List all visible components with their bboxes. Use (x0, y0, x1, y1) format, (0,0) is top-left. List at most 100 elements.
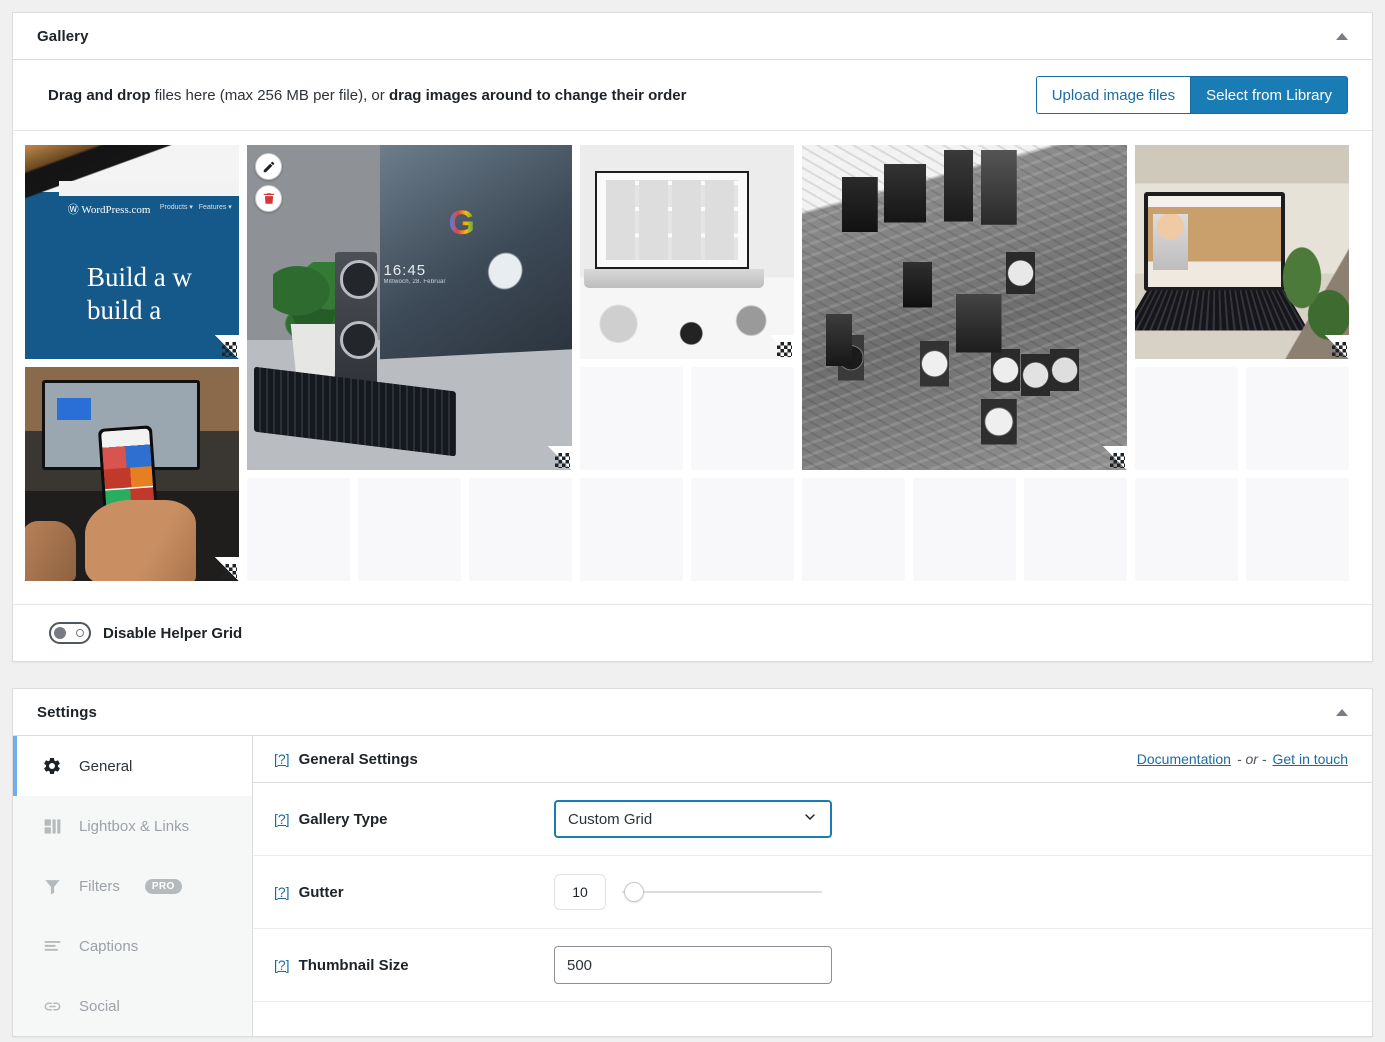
gallery-type-label: Gallery Type (299, 811, 388, 828)
help-icon[interactable]: [?] (274, 811, 290, 827)
gutter-value-input[interactable]: 10 (554, 874, 606, 910)
resize-handle-icon[interactable] (1103, 446, 1127, 470)
desk-monitor-keyboard-image: G 16:45Mittwoch, 28. Februar (247, 145, 572, 470)
helper-grid-cell[interactable] (802, 478, 905, 581)
caret-up-icon[interactable] (1336, 709, 1348, 716)
helper-grid-cell[interactable] (247, 478, 350, 581)
gallery-image-tile[interactable]: Ⓦ WordPress.com Products ▾ Features ▾ Bu… (25, 145, 239, 359)
plugin-gallery-editor-page: Gallery Drag and drop files here (max 25… (0, 0, 1385, 1042)
helper-grid-cell[interactable] (358, 478, 461, 581)
slider-thumb[interactable] (624, 882, 644, 902)
sidebar-item-social[interactable]: Social (13, 976, 252, 1036)
gallery-image-tile[interactable] (1135, 145, 1349, 359)
caret-up-icon[interactable] (1336, 33, 1348, 40)
dropzone-middle-text: files here (max 256 MB per file), or (151, 87, 389, 104)
sidebar-item-label: Captions (79, 938, 138, 955)
sidebar-item-lightbox-links[interactable]: Lightbox & Links (13, 796, 252, 856)
sidebar-item-general[interactable]: General (13, 736, 252, 796)
sidebar-item-captions[interactable]: Captions (13, 916, 252, 976)
dropzone-bold-prefix: Drag and drop (48, 87, 151, 104)
gallery-grid-area: Ⓦ WordPress.com Products ▾ Features ▾ Bu… (13, 131, 1372, 604)
general-settings-header: [?] General Settings Documentation - or … (253, 736, 1372, 783)
helper-grid-cell[interactable] (913, 478, 1016, 581)
help-icon[interactable]: [?] (274, 884, 290, 900)
settings-sidebar: General Lightbox & Links (13, 736, 253, 1036)
layout-icon (41, 815, 63, 837)
resize-handle-icon[interactable] (548, 446, 572, 470)
resize-handle-icon[interactable] (1325, 335, 1349, 359)
toggle-knob (54, 627, 66, 639)
help-icon[interactable]: [?] (274, 957, 290, 973)
tile-hover-actions (255, 153, 282, 212)
settings-panel: Settings General (12, 688, 1373, 1037)
documentation-link[interactable]: Documentation (1137, 751, 1231, 767)
link-separator: - or - (1237, 751, 1267, 767)
dropzone-bold-suffix: drag images around to change their order (389, 87, 687, 104)
gallery-image-tile[interactable] (802, 145, 1127, 470)
sidebar-item-label: Social (79, 998, 120, 1015)
sidebar-item-label: Lightbox & Links (79, 818, 189, 835)
gallery-image-tile[interactable] (580, 145, 794, 359)
help-icon[interactable]: [?] (274, 751, 290, 767)
thumbnail-size-label: Thumbnail Size (299, 957, 409, 974)
laptop-desk-items-image (580, 145, 794, 359)
thumbnail-size-label-group: [?] Thumbnail Size (274, 957, 554, 974)
gallery-title: Gallery (37, 28, 89, 45)
disable-helper-grid-label: Disable Helper Grid (103, 625, 242, 642)
gallery-grid: Ⓦ WordPress.com Products ▾ Features ▾ Bu… (25, 145, 1359, 585)
thumbnail-size-control: 500 (554, 946, 832, 984)
captions-icon (41, 935, 63, 957)
thumbnail-size-row: [?] Thumbnail Size 500 (253, 929, 1372, 1002)
header-links: Documentation - or - Get in touch (1137, 751, 1348, 767)
helper-grid-cell[interactable] (580, 478, 683, 581)
delete-image-button[interactable] (255, 185, 282, 212)
resize-handle-icon[interactable] (770, 335, 794, 359)
laptop-outdoor-image (1135, 145, 1349, 359)
gutter-row: [?] Gutter 10 (253, 856, 1372, 929)
disable-helper-grid-row: Disable Helper Grid (13, 604, 1372, 661)
gallery-type-select[interactable]: Custom Grid (554, 800, 832, 838)
helper-grid-cell[interactable] (1135, 478, 1238, 581)
gallery-type-control: Custom Grid (554, 800, 832, 838)
gutter-label: Gutter (299, 884, 344, 901)
slider-track (622, 891, 822, 893)
gutter-control: 10 (554, 874, 822, 910)
helper-grid-cell[interactable] (469, 478, 572, 581)
disable-helper-grid-toggle[interactable] (49, 622, 91, 644)
sidebar-item-label: Filters (79, 878, 120, 895)
gallery-type-row: [?] Gallery Type Custom Grid (253, 783, 1372, 856)
upload-image-files-button[interactable]: Upload image files (1036, 76, 1190, 114)
settings-title: Settings (37, 704, 97, 721)
toggle-off-indicator-icon (76, 629, 84, 637)
general-settings-title-group: [?] General Settings (274, 751, 418, 768)
settings-panel-header: Settings (13, 689, 1372, 736)
gutter-slider[interactable] (622, 882, 822, 902)
resize-handle-icon[interactable] (215, 557, 239, 581)
thumbnail-size-input[interactable]: 500 (554, 946, 832, 984)
gallery-type-label-group: [?] Gallery Type (274, 811, 554, 828)
sidebar-item-filters[interactable]: Filters PRO (13, 856, 252, 916)
funnel-icon (41, 875, 63, 897)
get-in-touch-link[interactable]: Get in touch (1273, 751, 1349, 767)
pro-badge: PRO (145, 879, 182, 894)
edit-image-button[interactable] (255, 153, 282, 180)
gallery-action-buttons: Upload image files Select from Library (1036, 76, 1348, 114)
helper-grid-cell[interactable] (1024, 478, 1127, 581)
helper-grid-cell[interactable] (691, 367, 794, 470)
gallery-image-tile[interactable]: G 16:45Mittwoch, 28. Februar (247, 145, 572, 470)
helper-grid-cell[interactable] (580, 367, 683, 470)
helper-grid-cell[interactable] (1246, 478, 1349, 581)
circuit-board-image (802, 145, 1127, 470)
gallery-panel-header: Gallery (13, 13, 1372, 60)
gutter-label-group: [?] Gutter (274, 884, 554, 901)
dropzone-bar[interactable]: Drag and drop files here (max 256 MB per… (13, 60, 1372, 131)
page-title: General Settings (299, 751, 418, 768)
settings-body: General Lightbox & Links (13, 736, 1372, 1036)
helper-grid-cell[interactable] (1135, 367, 1238, 470)
helper-grid-cell[interactable] (1246, 367, 1349, 470)
resize-handle-icon[interactable] (215, 335, 239, 359)
gear-icon (41, 755, 63, 777)
gallery-image-tile[interactable] (25, 367, 239, 581)
helper-grid-cell[interactable] (691, 478, 794, 581)
select-from-library-button[interactable]: Select from Library (1190, 76, 1348, 114)
